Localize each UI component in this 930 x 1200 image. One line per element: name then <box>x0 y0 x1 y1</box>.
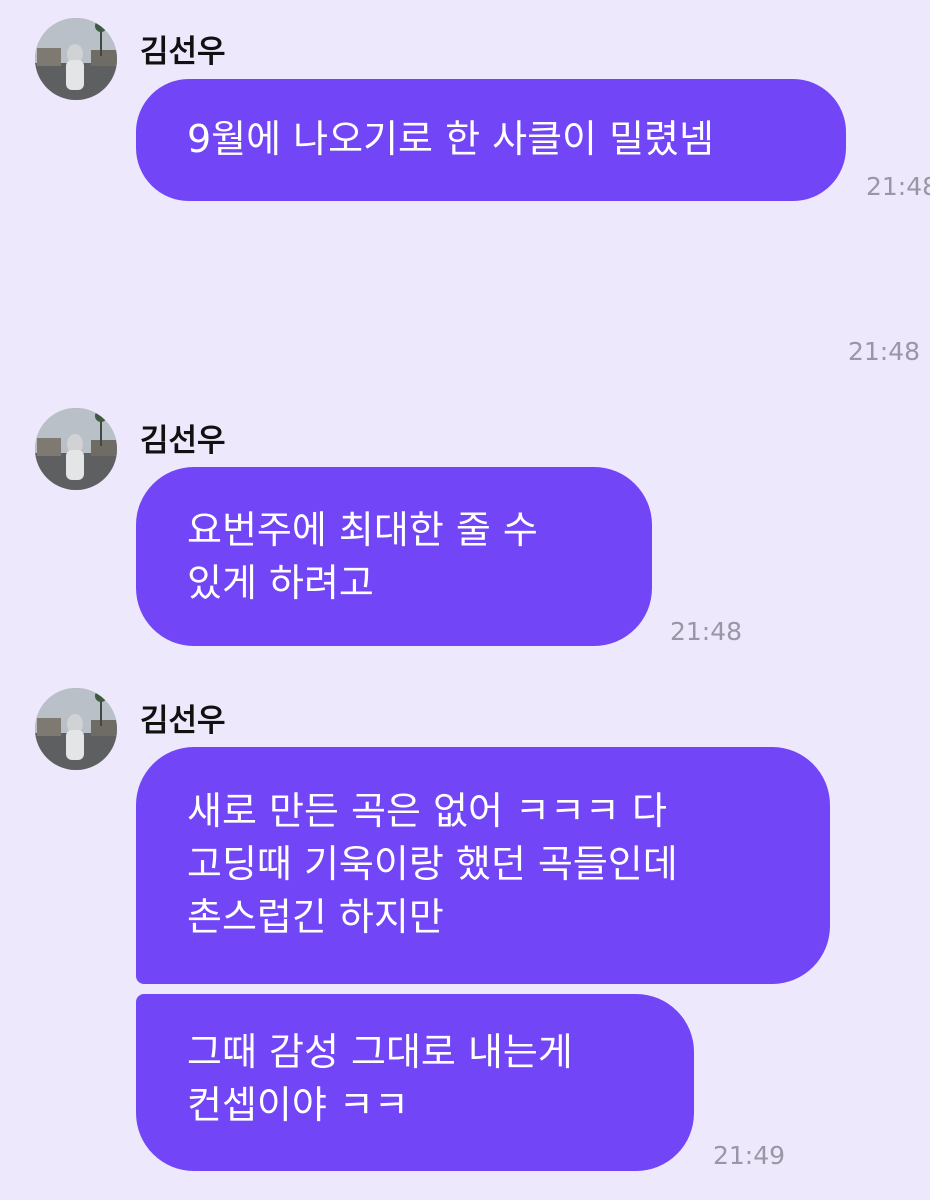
message-bubble[interactable]: 그때 감성 그대로 내는게 컨셉이야 ㅋㅋ <box>136 994 694 1171</box>
message-text-line: 있게 하려고 <box>187 561 374 605</box>
avatar[interactable] <box>35 18 117 100</box>
sender-name: 김선우 <box>140 703 226 739</box>
timestamp: 21:48 <box>670 617 743 646</box>
message-bubble[interactable]: 9월에 나오기로 한 사클이 밀렸넴 <box>136 79 846 201</box>
message-text: 9월에 나오기로 한 사클이 밀렸넴 <box>187 117 714 161</box>
timestamp: 21:48 <box>866 172 930 201</box>
message-text-line: 요번주에 최대한 줄 수 <box>187 508 538 552</box>
timestamp: 21:48 <box>848 337 921 366</box>
timestamp: 21:49 <box>713 1141 786 1170</box>
sender-name: 김선우 <box>140 34 226 70</box>
message-text-line: 그때 감성 그대로 내는게 <box>187 1030 573 1074</box>
message-text-line: 촌스럽긴 하지만 <box>187 895 444 939</box>
avatar[interactable] <box>35 688 117 770</box>
sender-name: 김선우 <box>140 423 226 459</box>
profile-photo-icon <box>35 408 117 490</box>
message-bubble[interactable]: 요번주에 최대한 줄 수 있게 하려고 <box>136 467 652 646</box>
message-text-line: 컨셉이야 ㅋㅋ <box>187 1083 409 1127</box>
message-bubble[interactable]: 새로 만든 곡은 없어 ㅋㅋㅋ 다 고딩때 기욱이랑 했던 곡들인데 촌스럽긴 … <box>136 747 830 984</box>
message-text-line: 새로 만든 곡은 없어 ㅋㅋㅋ 다 <box>187 789 667 833</box>
message-text-line: 고딩때 기욱이랑 했던 곡들인데 <box>187 842 678 886</box>
avatar[interactable] <box>35 408 117 490</box>
profile-photo-icon <box>35 18 117 100</box>
profile-photo-icon <box>35 688 117 770</box>
